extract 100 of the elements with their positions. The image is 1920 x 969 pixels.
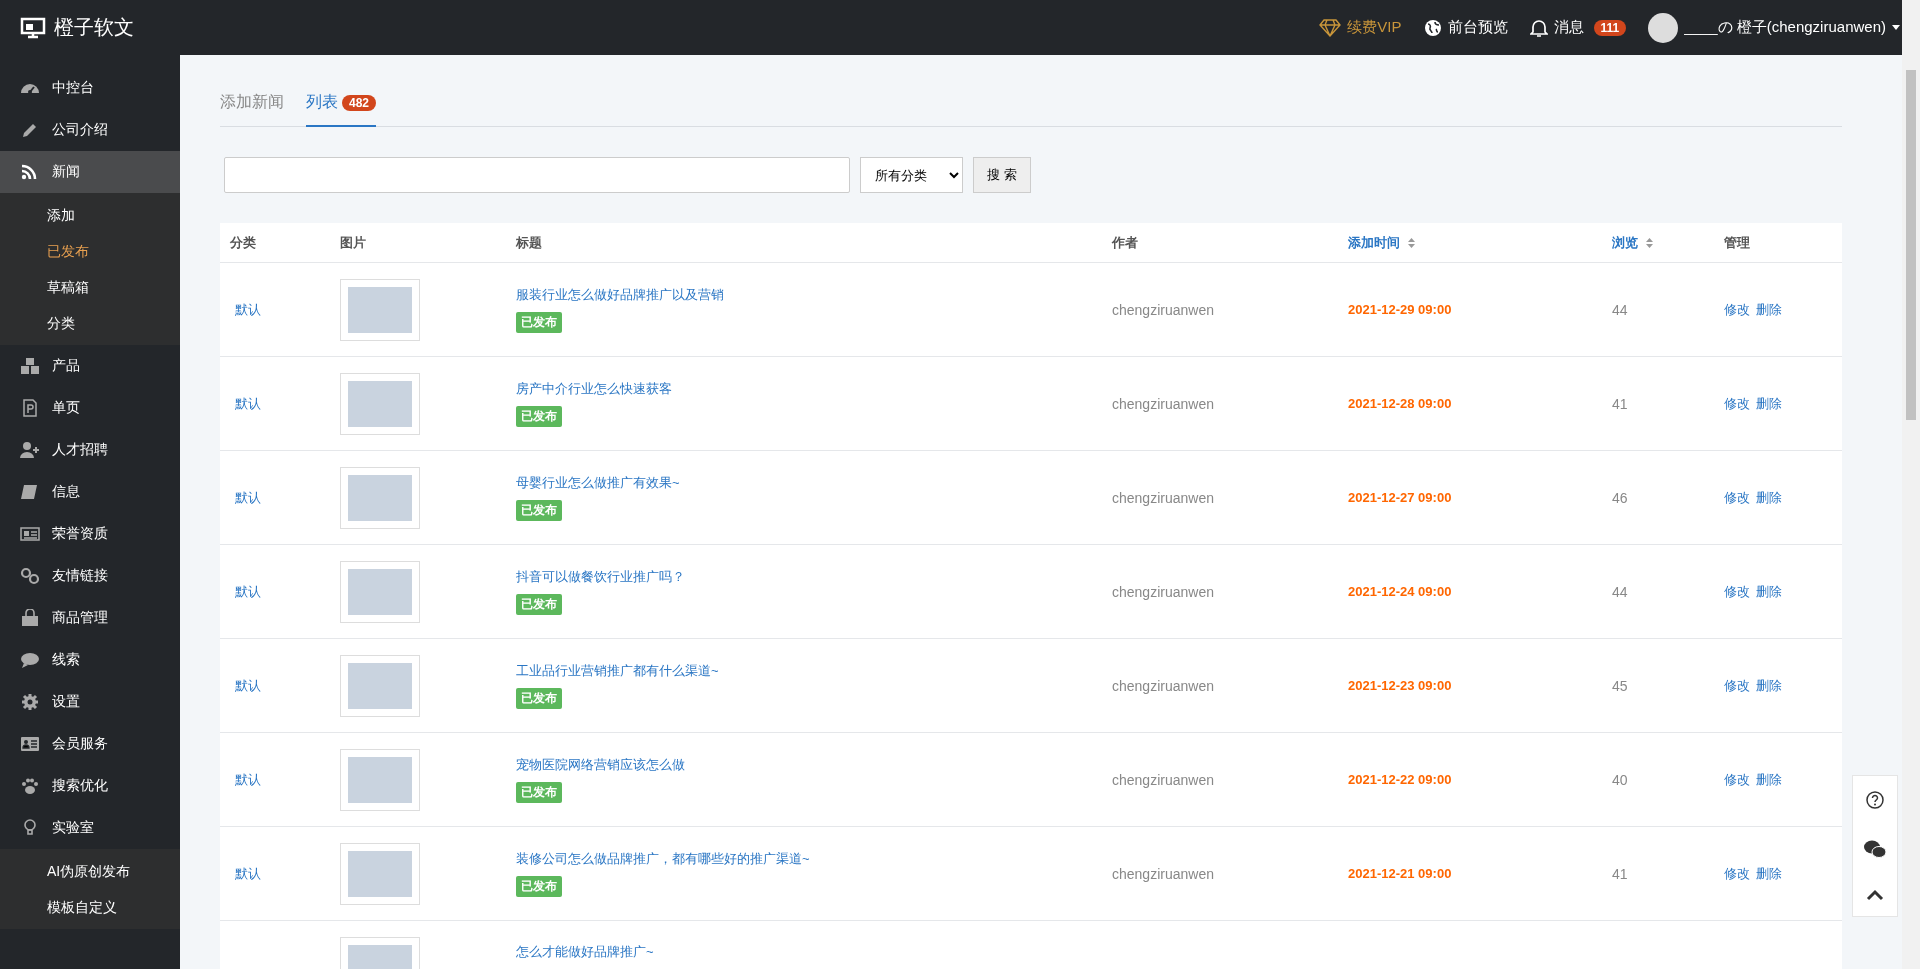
- edit-link[interactable]: 修改: [1724, 583, 1750, 599]
- sidebar-item[interactable]: 线索: [0, 639, 180, 681]
- edit-link[interactable]: 修改: [1724, 677, 1750, 693]
- edit-link[interactable]: 修改: [1724, 865, 1750, 881]
- submenu-item[interactable]: 添加: [0, 197, 180, 233]
- author-text: chengziruanwen: [1112, 771, 1214, 788]
- search-field[interactable]: [224, 157, 850, 193]
- delete-link[interactable]: 删除: [1756, 771, 1782, 787]
- edit-link[interactable]: 修改: [1724, 489, 1750, 505]
- chevron-up-icon[interactable]: [1866, 889, 1884, 901]
- article-title-link[interactable]: 房产中介行业怎么快速获客: [516, 380, 672, 398]
- category-link[interactable]: 默认: [235, 395, 261, 411]
- category-link[interactable]: 默认: [235, 865, 261, 881]
- views-count: 40: [1612, 771, 1628, 788]
- preview-link[interactable]: 前台预览: [1423, 18, 1508, 37]
- sidebar-item[interactable]: 新闻: [0, 151, 180, 193]
- vip-renew-link[interactable]: 续费VIP: [1319, 18, 1402, 37]
- cubes-icon: [20, 357, 40, 375]
- scrollbar[interactable]: [1902, 0, 1920, 969]
- sidebar-item[interactable]: 友情链接: [0, 555, 180, 597]
- sidebar-item[interactable]: 人才招聘: [0, 429, 180, 471]
- article-title-link[interactable]: 工业品行业营销推广都有什么渠道~: [516, 662, 719, 680]
- author-text: chengziruanwen: [1112, 489, 1214, 506]
- page-icon: [20, 399, 40, 417]
- date-text: 2021-12-23 09:00: [1348, 678, 1452, 693]
- newspaper-icon: [20, 525, 40, 543]
- delete-link[interactable]: 删除: [1756, 677, 1782, 693]
- author-text: chengziruanwen: [1112, 301, 1214, 318]
- article-title-link[interactable]: 宠物医院网络营销应该怎么做: [516, 756, 685, 774]
- article-title-link[interactable]: 抖音可以做餐饮行业推广吗？: [516, 568, 685, 586]
- edit-link[interactable]: 修改: [1724, 771, 1750, 787]
- category-link[interactable]: 默认: [235, 677, 261, 693]
- category-link[interactable]: 默认: [235, 583, 261, 599]
- user-menu[interactable]: ____の 橙子(chengziruanwen): [1648, 12, 1900, 43]
- sortable-column-header[interactable]: 浏览: [1612, 233, 1638, 252]
- chat-bubbles-icon[interactable]: [1863, 839, 1887, 859]
- edit-link[interactable]: 修改: [1724, 301, 1750, 317]
- article-title-link[interactable]: 服装行业怎么做好品牌推广以及营销: [516, 286, 724, 304]
- sidebar-item[interactable]: 实验室: [0, 807, 180, 849]
- column-header: 分类: [230, 233, 256, 252]
- help-icon[interactable]: [1866, 791, 1884, 809]
- delete-link[interactable]: 删除: [1756, 301, 1782, 317]
- sort-icon[interactable]: [1646, 237, 1653, 248]
- delete-link[interactable]: 删除: [1756, 395, 1782, 411]
- submenu-item[interactable]: 分类: [0, 305, 180, 341]
- column-header: 管理: [1724, 233, 1750, 252]
- category-link[interactable]: 默认: [235, 301, 261, 317]
- sidebar-item[interactable]: 中控台: [0, 67, 180, 109]
- tab[interactable]: 列表 482: [306, 92, 377, 127]
- sidebar-item[interactable]: 设置: [0, 681, 180, 723]
- submenu-item[interactable]: AI伪原创发布: [0, 853, 180, 889]
- monitor-icon: [20, 16, 46, 39]
- views-count: 44: [1612, 583, 1628, 600]
- submenu-item[interactable]: 草稿箱: [0, 269, 180, 305]
- sidebar-item[interactable]: 荣誉资质: [0, 513, 180, 555]
- submenu-item[interactable]: 模板自定义: [0, 889, 180, 925]
- views-count: 45: [1612, 677, 1628, 694]
- category-link[interactable]: 默认: [235, 489, 261, 505]
- chat-bubble-icon: [20, 651, 40, 669]
- bag-icon: [20, 609, 40, 627]
- search-button[interactable]: 搜 索: [973, 157, 1031, 193]
- sidebar-item[interactable]: 商品管理: [0, 597, 180, 639]
- photo-placeholder: [348, 474, 412, 521]
- column-header: 标题: [516, 233, 542, 252]
- photo-placeholder: [348, 756, 412, 803]
- bell-icon: [1529, 17, 1548, 38]
- edit-link[interactable]: 修改: [1724, 395, 1750, 411]
- sidebar-item[interactable]: 单页: [0, 387, 180, 429]
- category-dropdown[interactable]: 所有分类: [860, 157, 963, 193]
- status-label: 已发布: [516, 500, 562, 521]
- author-text: chengziruanwen: [1112, 583, 1214, 600]
- sortable-column-header[interactable]: 添加时间: [1348, 233, 1400, 252]
- delete-link[interactable]: 删除: [1756, 489, 1782, 505]
- photo-placeholder: [348, 662, 412, 709]
- author-text: chengziruanwen: [1112, 677, 1214, 694]
- sidebar-item[interactable]: 搜索优化: [0, 765, 180, 807]
- photo-placeholder: [348, 286, 412, 333]
- sidebar-item[interactable]: 公司介绍: [0, 109, 180, 151]
- sort-icon[interactable]: [1408, 237, 1415, 248]
- tab[interactable]: 添加新闻: [220, 92, 284, 127]
- messages-link[interactable]: 消息 111: [1529, 17, 1627, 38]
- views-count: 46: [1612, 489, 1628, 506]
- caret-icon: [1892, 25, 1900, 30]
- article-title-link[interactable]: 母婴行业怎么做推广有效果~: [516, 474, 680, 492]
- sidebar-item[interactable]: 信息: [0, 471, 180, 513]
- sidebar-item[interactable]: 会员服务: [0, 723, 180, 765]
- category-link[interactable]: 默认: [235, 771, 261, 787]
- submenu-item[interactable]: 已发布: [0, 233, 180, 269]
- message-count-badge: 111: [1593, 19, 1627, 36]
- link-icon: [20, 567, 40, 585]
- scrollbar-thumb[interactable]: [1906, 70, 1916, 420]
- delete-link[interactable]: 删除: [1756, 865, 1782, 881]
- avatar-circle: [1648, 12, 1679, 43]
- date-text: 2021-12-22 09:00: [1348, 772, 1452, 787]
- globe-icon: [1423, 18, 1442, 37]
- photo-placeholder: [348, 568, 412, 615]
- delete-link[interactable]: 删除: [1756, 583, 1782, 599]
- sidebar-item[interactable]: 产品: [0, 345, 180, 387]
- article-title-link[interactable]: 怎么才能做好品牌推广~: [516, 943, 654, 961]
- article-title-link[interactable]: 装修公司怎么做品牌推广，都有哪些好的推广渠道~: [516, 850, 810, 868]
